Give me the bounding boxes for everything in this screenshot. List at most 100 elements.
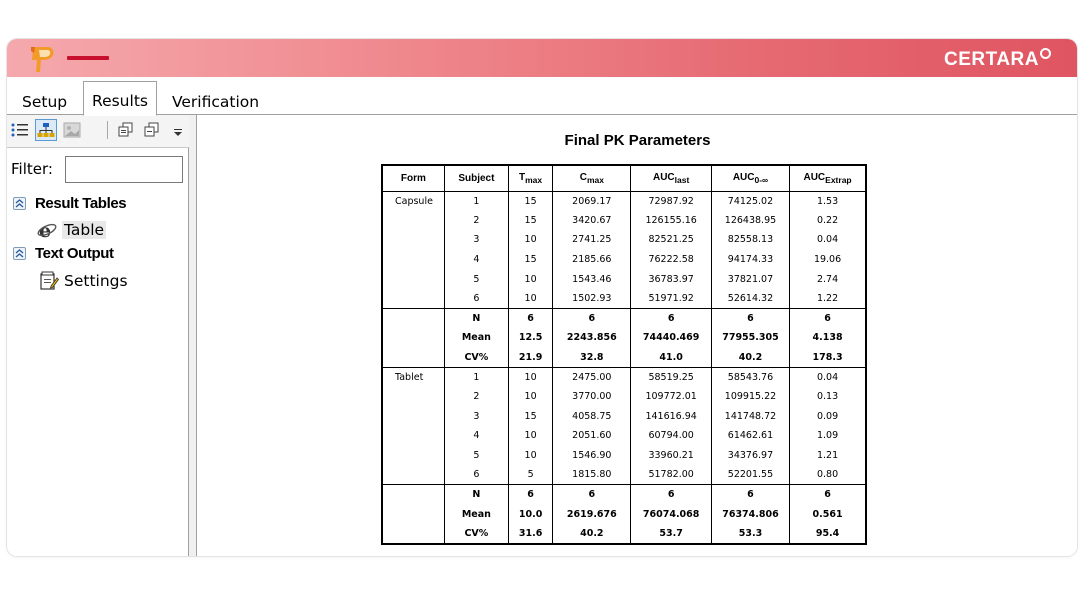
table-cell: 6 — [630, 484, 712, 505]
table-cell: 10 — [507, 386, 554, 407]
table-cell: 6 — [507, 308, 554, 329]
table-cell: 10 — [507, 426, 554, 446]
cell-form — [381, 465, 445, 485]
table-cell: CV% — [443, 524, 510, 544]
table-cell: 53.7 — [630, 524, 712, 544]
tree-group-label: Text Output — [35, 244, 114, 262]
tree-group-label: Result Tables — [35, 194, 127, 212]
header-auc-inf: AUC0-∞ — [710, 164, 791, 192]
table-cell: 15 — [507, 249, 554, 270]
table-cell: 53.3 — [710, 524, 791, 544]
results-toolbar — [7, 115, 189, 148]
table-row: 3 15 4058.75 141616.94 141748.72 0.09 — [381, 406, 867, 427]
cell-form — [381, 308, 445, 329]
table-cell: 37821.07 — [710, 269, 791, 289]
table-cell: 58519.25 — [630, 366, 712, 387]
settings-doc-icon — [40, 271, 59, 290]
table-row: 5 10 1546.90 33960.21 34376.97 1.21 — [381, 445, 867, 466]
table-cell: 6 — [789, 308, 867, 329]
table-row: 4 10 2051.60 60794.00 61462.61 1.09 — [381, 426, 867, 446]
brand-ring-icon — [1040, 48, 1051, 59]
cell-form — [381, 484, 445, 505]
cell-form — [381, 328, 445, 348]
copy-button[interactable] — [115, 119, 137, 141]
ie-icon: e — [37, 220, 57, 240]
table-row: 2 10 3770.00 109772.01 109915.22 0.13 — [381, 386, 867, 407]
copy-all-icon — [144, 122, 159, 137]
toolbar-separator — [107, 121, 108, 139]
table-cell: 95.4 — [789, 524, 867, 544]
table-cell: 58543.76 — [710, 366, 791, 387]
table-row: 3 10 2741.25 82521.25 82558.13 0.04 — [381, 230, 867, 250]
tree-group-text-output[interactable]: Text Output — [13, 242, 114, 264]
table-cell: 61462.61 — [710, 426, 791, 446]
cell-form: Capsule — [381, 191, 445, 211]
cell-form — [381, 249, 445, 270]
table-cell: 0.13 — [789, 386, 867, 407]
table-cell: 109915.22 — [710, 386, 791, 407]
app-window: CERTARA Setup Results Verification Filte… — [7, 39, 1077, 556]
table-cell: 0.09 — [789, 406, 867, 427]
cell-form — [381, 210, 445, 231]
table-cell: 10 — [507, 445, 554, 466]
table-cell: 1 — [443, 366, 510, 387]
table-cell: 51971.92 — [630, 288, 712, 309]
pane-splitter[interactable] — [189, 115, 197, 556]
table-cell: 76374.806 — [710, 504, 791, 525]
table-cell: 10 — [507, 288, 554, 309]
table-stat-row: Mean 10.0 2619.676 76074.068 76374.806 0.561 — [381, 504, 867, 525]
results-view: Final PK Parameters Form Subject Tmax Cm… — [198, 115, 1077, 556]
table-cell: 15 — [507, 210, 554, 231]
image-button[interactable] — [61, 119, 83, 141]
table-cell: 60794.00 — [630, 426, 712, 446]
tree-item-label: Table — [62, 221, 107, 239]
table-stat-row: Mean 12.5 2243.856 74440.469 77955.305 4.138 — [381, 328, 867, 348]
header-subject: Subject — [443, 164, 510, 192]
tree-group-result-tables[interactable]: Result Tables — [13, 192, 127, 214]
table-cell: 1.09 — [789, 426, 867, 446]
collapse-icon[interactable] — [13, 196, 26, 210]
toolbar-overflow-button[interactable] — [171, 119, 185, 141]
table-row: 2 15 3420.67 126155.16 126438.95 0.22 — [381, 210, 867, 231]
table-cell: 31.6 — [507, 524, 554, 544]
table-cell: 1502.93 — [552, 288, 632, 309]
cell-form — [381, 230, 445, 250]
table-cell: 4058.75 — [552, 406, 632, 427]
tab-setup[interactable]: Setup — [15, 89, 74, 115]
table-cell: 178.3 — [789, 347, 867, 368]
title-dash — [67, 56, 109, 60]
cell-form — [381, 347, 445, 368]
copy-all-button[interactable] — [141, 119, 163, 141]
table-cell: 2475.00 — [552, 366, 632, 387]
tab-verification[interactable]: Verification — [165, 89, 266, 115]
table-cell: 10 — [507, 269, 554, 289]
table-cell: 0.04 — [789, 366, 867, 387]
collapse-icon[interactable] — [13, 246, 26, 260]
tab-results[interactable]: Results — [83, 81, 157, 116]
table-cell: 33960.21 — [630, 445, 712, 466]
table-cell: 2619.676 — [552, 504, 632, 525]
table-cell: 2.74 — [789, 269, 867, 289]
certara-brand: CERTARA — [944, 48, 1051, 71]
table-row: 6 5 1815.80 51782.00 52201.55 0.80 — [381, 465, 867, 485]
table-cell: 3770.00 — [552, 386, 632, 407]
table-stat-row: N66666 — [381, 484, 867, 505]
list-view-button[interactable] — [9, 119, 31, 141]
phoenix-logo-icon — [31, 47, 54, 72]
filter-input[interactable] — [65, 156, 183, 183]
tree-view-button[interactable] — [35, 119, 57, 141]
cell-form — [381, 269, 445, 289]
table-cell: 5 — [443, 269, 510, 289]
table-stat-row: N66666 — [381, 308, 867, 329]
table-cell: 2 — [443, 210, 510, 231]
tree-item-table[interactable]: e Table — [37, 219, 107, 241]
table-cell: CV% — [443, 347, 510, 368]
table-cell: 1.22 — [789, 288, 867, 309]
table-stat-row: CV% 21.9 32.8 41.0 40.2 178.3 — [381, 347, 867, 368]
table-cell: 6 — [507, 484, 554, 505]
table-cell: 40.2 — [552, 524, 632, 544]
tree-item-settings[interactable]: Settings — [39, 270, 128, 292]
table-cell: 0.04 — [789, 230, 867, 250]
pk-parameters-table: Form Subject Tmax Cmax AUClast AUC0-∞ AU… — [381, 164, 867, 545]
header-form: Form — [381, 164, 445, 192]
